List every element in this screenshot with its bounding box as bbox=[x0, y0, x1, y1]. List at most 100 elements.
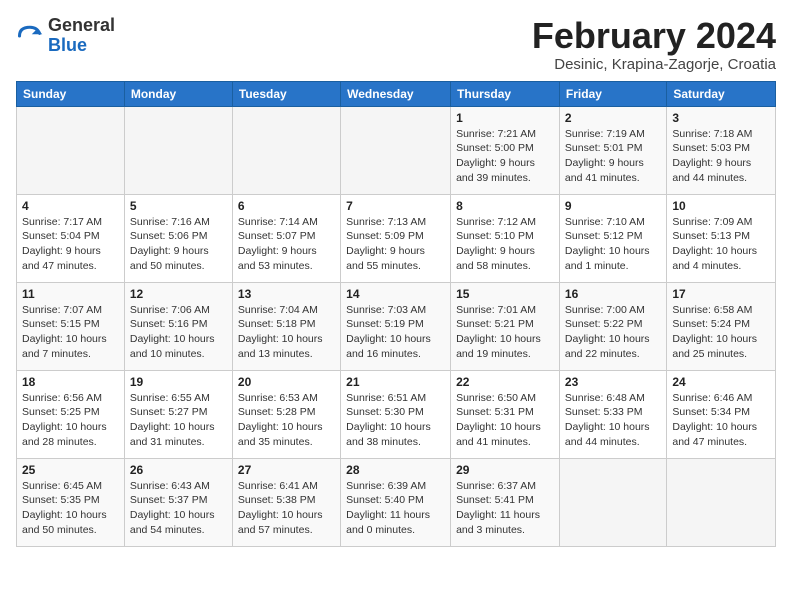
day-number: 18 bbox=[22, 375, 119, 389]
day-number: 3 bbox=[672, 111, 770, 125]
calendar-cell: 23 Sunrise: 6:48 AM Sunset: 5:33 PM Dayli… bbox=[559, 370, 666, 458]
day-info: Sunrise: 6:50 AM Sunset: 5:31 PM Dayligh… bbox=[456, 391, 554, 450]
calendar-cell: 8 Sunrise: 7:12 AM Sunset: 5:10 PM Daylig… bbox=[451, 194, 560, 282]
day-number: 13 bbox=[238, 287, 335, 301]
day-info: Sunrise: 7:21 AM Sunset: 5:00 PM Dayligh… bbox=[456, 127, 554, 186]
day-number: 2 bbox=[565, 111, 661, 125]
logo-blue-text: Blue bbox=[48, 35, 87, 55]
day-info: Sunrise: 6:55 AM Sunset: 5:27 PM Dayligh… bbox=[130, 391, 227, 450]
header-tuesday: Tuesday bbox=[232, 81, 340, 106]
day-number: 12 bbox=[130, 287, 227, 301]
day-info: Sunrise: 7:06 AM Sunset: 5:16 PM Dayligh… bbox=[130, 303, 227, 362]
day-info: Sunrise: 6:39 AM Sunset: 5:40 PM Dayligh… bbox=[346, 479, 445, 538]
calendar-cell bbox=[341, 106, 451, 194]
calendar-cell bbox=[559, 458, 666, 546]
calendar-cell: 12 Sunrise: 7:06 AM Sunset: 5:16 PM Dayli… bbox=[124, 282, 232, 370]
day-number: 14 bbox=[346, 287, 445, 301]
day-info: Sunrise: 7:10 AM Sunset: 5:12 PM Dayligh… bbox=[565, 215, 661, 274]
calendar-week-row: 4Sunrise: 7:17 AM Sunset: 5:04 PM Daylig… bbox=[17, 194, 776, 282]
day-info: Sunrise: 6:45 AM Sunset: 5:35 PM Dayligh… bbox=[22, 479, 119, 538]
day-number: 29 bbox=[456, 463, 554, 477]
calendar-cell: 20 Sunrise: 6:53 AM Sunset: 5:28 PM Dayli… bbox=[232, 370, 340, 458]
calendar-cell: 9 Sunrise: 7:10 AM Sunset: 5:12 PM Daylig… bbox=[559, 194, 666, 282]
day-number: 10 bbox=[672, 199, 770, 213]
day-number: 17 bbox=[672, 287, 770, 301]
day-info: Sunrise: 6:41 AM Sunset: 5:38 PM Dayligh… bbox=[238, 479, 335, 538]
day-info: Sunrise: 7:14 AM Sunset: 5:07 PM Dayligh… bbox=[238, 215, 335, 274]
calendar-cell: 10 Sunrise: 7:09 AM Sunset: 5:13 PM Dayli… bbox=[667, 194, 776, 282]
day-info: Sunrise: 6:58 AM Sunset: 5:24 PM Dayligh… bbox=[672, 303, 770, 362]
calendar-cell bbox=[17, 106, 125, 194]
calendar-cell bbox=[667, 458, 776, 546]
day-info: Sunrise: 6:43 AM Sunset: 5:37 PM Dayligh… bbox=[130, 479, 227, 538]
day-number: 11 bbox=[22, 287, 119, 301]
title-block: February 2024 Desinic, Krapina-Zagorje, … bbox=[532, 16, 776, 73]
calendar-week-row: 1 Sunrise: 7:21 AM Sunset: 5:00 PM Daylig… bbox=[17, 106, 776, 194]
day-number: 1 bbox=[456, 111, 554, 125]
header-thursday: Thursday bbox=[451, 81, 560, 106]
day-info: Sunrise: 7:13 AM Sunset: 5:09 PM Dayligh… bbox=[346, 215, 445, 274]
day-number: 20 bbox=[238, 375, 335, 389]
day-info: Sunrise: 7:03 AM Sunset: 5:19 PM Dayligh… bbox=[346, 303, 445, 362]
header-friday: Friday bbox=[559, 81, 666, 106]
calendar-cell: 28Sunrise: 6:39 AM Sunset: 5:40 PM Dayli… bbox=[341, 458, 451, 546]
calendar-cell: 16 Sunrise: 7:00 AM Sunset: 5:22 PM Dayli… bbox=[559, 282, 666, 370]
header-sunday: Sunday bbox=[17, 81, 125, 106]
day-info: Sunrise: 7:01 AM Sunset: 5:21 PM Dayligh… bbox=[456, 303, 554, 362]
day-info: Sunrise: 6:46 AM Sunset: 5:34 PM Dayligh… bbox=[672, 391, 770, 450]
day-info: Sunrise: 7:12 AM Sunset: 5:10 PM Dayligh… bbox=[456, 215, 554, 274]
calendar-cell: 11Sunrise: 7:07 AM Sunset: 5:15 PM Dayli… bbox=[17, 282, 125, 370]
calendar-cell: 3 Sunrise: 7:18 AM Sunset: 5:03 PM Daylig… bbox=[667, 106, 776, 194]
day-number: 23 bbox=[565, 375, 661, 389]
calendar-cell: 25 Sunrise: 6:45 AM Sunset: 5:35 PM Dayli… bbox=[17, 458, 125, 546]
day-info: Sunrise: 7:19 AM Sunset: 5:01 PM Dayligh… bbox=[565, 127, 661, 186]
calendar-cell: 2 Sunrise: 7:19 AM Sunset: 5:01 PM Daylig… bbox=[559, 106, 666, 194]
calendar-cell: 24 Sunrise: 6:46 AM Sunset: 5:34 PM Dayli… bbox=[667, 370, 776, 458]
header-monday: Monday bbox=[124, 81, 232, 106]
day-number: 8 bbox=[456, 199, 554, 213]
month-year-title: February 2024 bbox=[532, 16, 776, 56]
day-number: 26 bbox=[130, 463, 227, 477]
day-number: 5 bbox=[130, 199, 227, 213]
day-info: Sunrise: 7:18 AM Sunset: 5:03 PM Dayligh… bbox=[672, 127, 770, 186]
calendar-cell: 7Sunrise: 7:13 AM Sunset: 5:09 PM Daylig… bbox=[341, 194, 451, 282]
calendar-cell: 17 Sunrise: 6:58 AM Sunset: 5:24 PM Dayli… bbox=[667, 282, 776, 370]
calendar-cell: 27Sunrise: 6:41 AM Sunset: 5:38 PM Dayli… bbox=[232, 458, 340, 546]
logo-general-text: General bbox=[48, 15, 115, 35]
logo-icon bbox=[16, 22, 44, 50]
day-number: 4 bbox=[22, 199, 119, 213]
day-info: Sunrise: 7:09 AM Sunset: 5:13 PM Dayligh… bbox=[672, 215, 770, 274]
calendar-cell: 6 Sunrise: 7:14 AM Sunset: 5:07 PM Daylig… bbox=[232, 194, 340, 282]
calendar-header-row: SundayMondayTuesdayWednesdayThursdayFrid… bbox=[17, 81, 776, 106]
page-header: General Blue February 2024 Desinic, Krap… bbox=[16, 16, 776, 73]
day-number: 24 bbox=[672, 375, 770, 389]
calendar-cell: 21 Sunrise: 6:51 AM Sunset: 5:30 PM Dayli… bbox=[341, 370, 451, 458]
day-info: Sunrise: 6:53 AM Sunset: 5:28 PM Dayligh… bbox=[238, 391, 335, 450]
calendar-week-row: 25 Sunrise: 6:45 AM Sunset: 5:35 PM Dayli… bbox=[17, 458, 776, 546]
day-number: 19 bbox=[130, 375, 227, 389]
location-subtitle: Desinic, Krapina-Zagorje, Croatia bbox=[532, 56, 776, 73]
day-info: Sunrise: 6:48 AM Sunset: 5:33 PM Dayligh… bbox=[565, 391, 661, 450]
day-info: Sunrise: 6:37 AM Sunset: 5:41 PM Dayligh… bbox=[456, 479, 554, 538]
header-wednesday: Wednesday bbox=[341, 81, 451, 106]
day-info: Sunrise: 6:51 AM Sunset: 5:30 PM Dayligh… bbox=[346, 391, 445, 450]
calendar-cell: 26 Sunrise: 6:43 AM Sunset: 5:37 PM Dayli… bbox=[124, 458, 232, 546]
calendar-cell: 19 Sunrise: 6:55 AM Sunset: 5:27 PM Dayli… bbox=[124, 370, 232, 458]
day-info: Sunrise: 7:00 AM Sunset: 5:22 PM Dayligh… bbox=[565, 303, 661, 362]
calendar-cell: 13Sunrise: 7:04 AM Sunset: 5:18 PM Dayli… bbox=[232, 282, 340, 370]
day-number: 22 bbox=[456, 375, 554, 389]
calendar-cell: 29 Sunrise: 6:37 AM Sunset: 5:41 PM Dayli… bbox=[451, 458, 560, 546]
calendar-week-row: 18Sunrise: 6:56 AM Sunset: 5:25 PM Dayli… bbox=[17, 370, 776, 458]
day-number: 25 bbox=[22, 463, 119, 477]
day-info: Sunrise: 7:16 AM Sunset: 5:06 PM Dayligh… bbox=[130, 215, 227, 274]
day-number: 21 bbox=[346, 375, 445, 389]
calendar-cell: 15 Sunrise: 7:01 AM Sunset: 5:21 PM Dayli… bbox=[451, 282, 560, 370]
day-number: 9 bbox=[565, 199, 661, 213]
day-number: 16 bbox=[565, 287, 661, 301]
calendar-table: SundayMondayTuesdayWednesdayThursdayFrid… bbox=[16, 81, 776, 547]
calendar-cell: 5 Sunrise: 7:16 AM Sunset: 5:06 PM Daylig… bbox=[124, 194, 232, 282]
day-number: 15 bbox=[456, 287, 554, 301]
header-saturday: Saturday bbox=[667, 81, 776, 106]
calendar-cell bbox=[124, 106, 232, 194]
day-number: 6 bbox=[238, 199, 335, 213]
